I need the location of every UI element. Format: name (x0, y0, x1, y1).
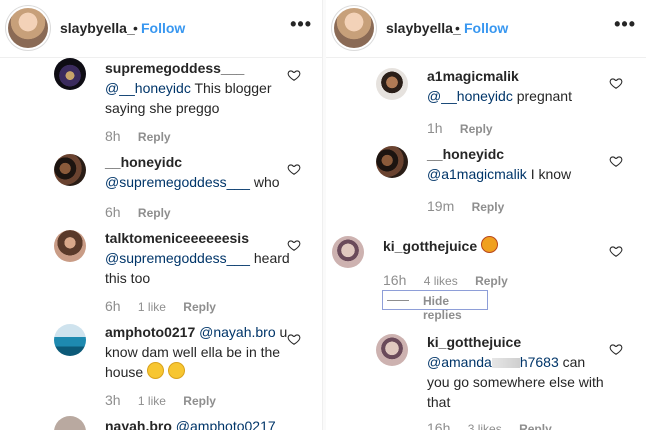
profile-avatar[interactable] (8, 8, 48, 48)
comment-time: 16h (383, 272, 407, 288)
comment-time: 1h (427, 120, 443, 136)
heart-outline-icon[interactable] (287, 162, 301, 176)
heart-outline-icon[interactable] (287, 238, 301, 252)
comment-likes[interactable]: 4 likes (424, 274, 458, 288)
comment-meta: 16h 3 likes Reply (427, 420, 566, 430)
post-header: slaybyella_ • Follow ••• (326, 0, 646, 58)
comment-mention-tail[interactable]: h7683 (520, 354, 559, 370)
reply-button[interactable]: Reply (183, 394, 216, 408)
header-dot: • (455, 20, 460, 36)
rofl-emoji-icon (167, 362, 185, 379)
comment-time: 16h (427, 420, 451, 430)
commenter-avatar[interactable] (332, 236, 364, 268)
hide-replies-button[interactable]: Hide replies (382, 290, 488, 322)
comment-text: talktomeniceeeeeesis @supremegoddess___ … (105, 228, 305, 288)
comment-username[interactable]: __honeyidc (105, 154, 182, 170)
comment-text: supremegoddess___ @__honeyidc This blogg… (105, 58, 305, 118)
comment-text: __honeyidc @supremegoddess___ who (105, 152, 305, 192)
reply-button[interactable]: Reply (138, 206, 171, 220)
comment-mention[interactable]: @amanda (427, 354, 492, 370)
comment-text: a1magicmalik @__honeyidc pregnant (427, 66, 627, 106)
comment-time: 19m (427, 198, 455, 214)
comment-text: ki_gotthejuice (383, 236, 583, 256)
header-username[interactable]: slaybyella_ (60, 20, 135, 36)
comment-meta: 8h Reply (105, 128, 185, 144)
heart-outline-icon[interactable] (609, 76, 623, 90)
comment-time: 3h (105, 392, 121, 408)
reply-button[interactable]: Reply (519, 422, 552, 430)
right-comments-panel: slaybyella_ • Follow ••• a1magicmalik @_… (326, 0, 646, 430)
comment-likes[interactable]: 1 like (138, 300, 166, 314)
laughing-emoji-icon (147, 362, 165, 379)
commenter-avatar[interactable] (376, 68, 408, 100)
comment-username[interactable]: ki_gotthejuice (383, 238, 477, 254)
comment-mention[interactable]: @supremegoddess___ (105, 174, 250, 190)
follow-button[interactable]: Follow (464, 20, 508, 36)
comment-time: 6h (105, 204, 121, 220)
commenter-avatar[interactable] (54, 416, 86, 430)
comment-meta: 1h Reply (427, 120, 507, 136)
comment-username[interactable]: nayah.bro (105, 418, 172, 430)
heart-outline-icon[interactable] (609, 342, 623, 356)
comment-text: nayah.bro @amphoto0217 (105, 416, 315, 430)
comment-meta: 6h Reply (105, 204, 185, 220)
replies-line (387, 300, 409, 301)
comment-username[interactable]: ki_gotthejuice (427, 334, 521, 350)
comment-text: ki_gotthejuice @amanda h7683 can you go s… (427, 332, 607, 412)
redacted-mark (491, 358, 520, 369)
reply-button[interactable]: Reply (472, 200, 505, 214)
comment-body: pregnant (512, 88, 572, 104)
more-options-icon[interactable]: ••• (614, 14, 636, 35)
comment-mention[interactable]: @a1magicmalik (427, 166, 527, 182)
post-header: slaybyella_ • Follow ••• (0, 0, 322, 58)
comment-meta: 6h 1 like Reply (105, 298, 230, 314)
heart-outline-icon[interactable] (287, 332, 301, 346)
comment-username[interactable]: amphoto0217 (105, 324, 195, 340)
comment-mention[interactable]: @nayah.bro (199, 324, 275, 340)
comment-mention[interactable]: @supremegoddess___ (105, 250, 250, 266)
reply-button[interactable]: Reply (138, 130, 171, 144)
reply-button[interactable]: Reply (475, 274, 508, 288)
comment-time: 8h (105, 128, 121, 144)
heart-outline-icon[interactable] (609, 244, 623, 258)
header-dot: • (133, 20, 138, 36)
comment-text: __honeyidc @a1magicmalik I know (427, 144, 627, 184)
comment-username[interactable]: supremegoddess___ (105, 60, 244, 76)
heart-outline-icon[interactable] (287, 68, 301, 82)
heart-eyes-emoji-icon (481, 236, 499, 253)
heart-outline-icon[interactable] (609, 154, 623, 168)
commenter-avatar[interactable] (376, 146, 408, 178)
comment-meta: 3h 1 like Reply (105, 392, 230, 408)
comment-time: 6h (105, 298, 121, 314)
comment-likes[interactable]: 3 likes (468, 422, 502, 430)
header-username[interactable]: slaybyella_ (386, 20, 461, 36)
profile-avatar[interactable] (334, 8, 374, 48)
left-comments-panel: slaybyella_ • Follow ••• supremegoddess_… (0, 0, 322, 430)
comment-mention[interactable]: @__honeyidc (427, 88, 513, 104)
commenter-avatar[interactable] (54, 324, 86, 356)
more-options-icon[interactable]: ••• (290, 14, 312, 35)
comment-username[interactable]: a1magicmalik (427, 68, 519, 84)
commenter-avatar[interactable] (54, 58, 86, 90)
commenter-avatar[interactable] (376, 334, 408, 366)
comment-meta: 19m Reply (427, 198, 518, 214)
reply-button[interactable]: Reply (183, 300, 216, 314)
comment-text: amphoto0217 @nayah.bro u know dam well e… (105, 322, 305, 382)
comment-likes[interactable]: 1 like (138, 394, 166, 408)
comment-body: I know (526, 166, 572, 182)
comment-username[interactable]: talktomeniceeeeeesis (105, 230, 249, 246)
commenter-avatar[interactable] (54, 230, 86, 262)
commenter-avatar[interactable] (54, 154, 86, 186)
comment-username[interactable]: __honeyidc (427, 146, 504, 162)
comment-mention[interactable]: @amphoto0217 (176, 418, 276, 430)
hide-replies-label: Hide replies (423, 294, 462, 322)
follow-button[interactable]: Follow (141, 20, 185, 36)
comment-meta: 16h 4 likes Reply (383, 272, 522, 288)
comment-body: who (249, 174, 280, 190)
comment-mention[interactable]: @__honeyidc (105, 80, 191, 96)
reply-button[interactable]: Reply (460, 122, 493, 136)
